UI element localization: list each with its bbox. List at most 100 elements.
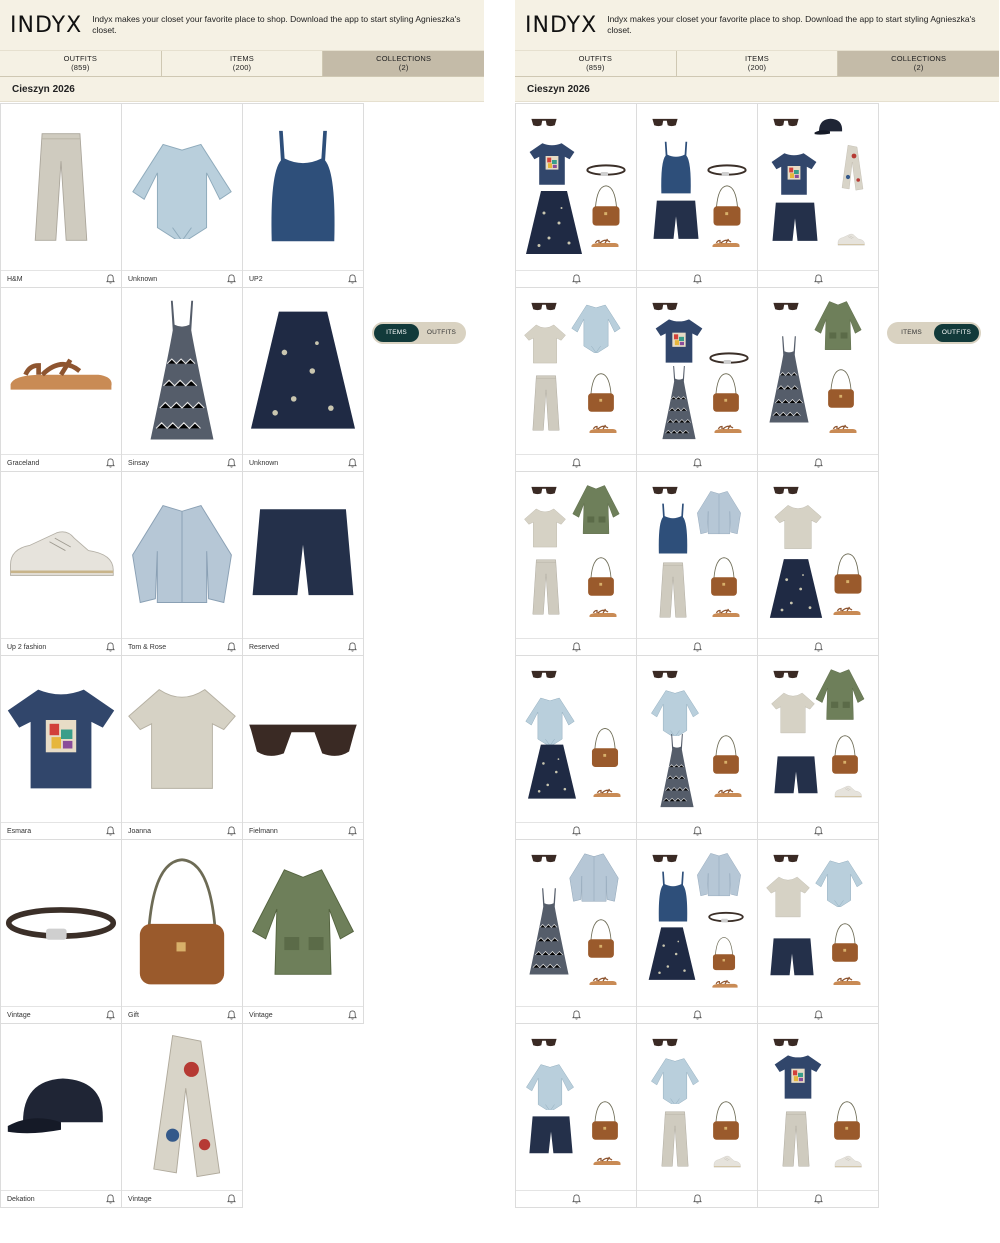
outfit-card[interactable] (637, 472, 758, 656)
bell-icon[interactable] (692, 1010, 702, 1020)
outfit-card[interactable] (516, 104, 637, 288)
item-card[interactable]: Reserved (243, 472, 364, 656)
bell-icon[interactable] (813, 826, 823, 836)
outfit-card[interactable] (758, 288, 879, 472)
outfit-thumbnail[interactable] (516, 1024, 636, 1190)
bell-icon[interactable] (106, 826, 115, 836)
outfit-card[interactable] (516, 656, 637, 840)
bell-icon[interactable] (227, 1010, 236, 1020)
outfit-thumbnail[interactable] (637, 840, 757, 1006)
tab-items[interactable]: ITEMS (200) (162, 51, 324, 76)
bell-icon[interactable] (106, 642, 115, 652)
bell-icon[interactable] (571, 458, 581, 468)
toggle-items[interactable]: ITEMS (374, 324, 419, 342)
outfit-card[interactable] (637, 656, 758, 840)
outfit-thumbnail[interactable] (758, 656, 878, 822)
bell-icon[interactable] (227, 642, 236, 652)
outfit-card[interactable] (637, 1024, 758, 1208)
belt-icon[interactable] (1, 840, 121, 1006)
green-utility-jacket-icon[interactable] (243, 840, 363, 1006)
outfit-card[interactable] (516, 472, 637, 656)
outfit-thumbnail[interactable] (758, 288, 878, 454)
patterned-maxi-dress-icon[interactable] (122, 288, 242, 454)
item-card[interactable]: Tom & Rose (122, 472, 243, 656)
outfit-thumbnail[interactable] (516, 840, 636, 1006)
bell-icon[interactable] (813, 1010, 823, 1020)
outfit-card[interactable] (758, 840, 879, 1024)
navy-shorts-icon[interactable] (243, 472, 363, 638)
outfit-thumbnail[interactable] (637, 656, 757, 822)
bell-icon[interactable] (348, 274, 357, 284)
outfit-card[interactable] (758, 472, 879, 656)
bell-icon[interactable] (692, 642, 702, 652)
item-card[interactable]: Vintage (1, 840, 122, 1024)
logo[interactable]: INDYX (10, 13, 82, 38)
view-toggle[interactable]: ITEMS OUTFITS (887, 322, 981, 344)
bell-icon[interactable] (348, 642, 357, 652)
item-card[interactable]: Graceland (1, 288, 122, 472)
toggle-outfits[interactable]: OUTFITS (419, 324, 464, 342)
tab-outfits[interactable]: OUTFITS (859) (515, 51, 677, 76)
outfit-card[interactable] (758, 104, 879, 288)
navy-cap-icon[interactable] (1, 1024, 121, 1190)
outfit-thumbnail[interactable] (758, 472, 878, 638)
outfit-card[interactable] (637, 288, 758, 472)
bell-icon[interactable] (692, 274, 702, 284)
outfit-thumbnail[interactable] (516, 472, 636, 638)
bell-icon[interactable] (813, 274, 823, 284)
navy-tank-top-icon[interactable] (243, 104, 363, 270)
denim-jacket-icon[interactable] (122, 472, 242, 638)
outfit-thumbnail[interactable] (637, 288, 757, 454)
bell-icon[interactable] (813, 642, 823, 652)
tab-items[interactable]: ITEMS (200) (677, 51, 839, 76)
item-card[interactable]: Vintage (243, 840, 364, 1024)
outfit-card[interactable] (516, 288, 637, 472)
tab-outfits[interactable]: OUTFITS (859) (0, 51, 162, 76)
light-blue-shirt-icon[interactable] (122, 104, 242, 270)
outfit-thumbnail[interactable] (758, 1024, 878, 1190)
item-card[interactable]: Sinsay (122, 288, 243, 472)
outfit-thumbnail[interactable] (637, 472, 757, 638)
bell-icon[interactable] (571, 1194, 581, 1204)
bell-icon[interactable] (106, 1010, 115, 1020)
bell-icon[interactable] (571, 1010, 581, 1020)
brown-crossbody-bag-icon[interactable] (122, 840, 242, 1006)
outfit-thumbnail[interactable] (637, 104, 757, 270)
view-toggle[interactable]: ITEMS OUTFITS (372, 322, 466, 344)
item-card[interactable]: Unknown (122, 104, 243, 288)
beige-tee-icon[interactable] (122, 656, 242, 822)
bell-icon[interactable] (348, 826, 357, 836)
item-card[interactable]: Esmara (1, 656, 122, 840)
bell-icon[interactable] (348, 1010, 357, 1020)
toggle-outfits[interactable]: OUTFITS (934, 324, 979, 342)
outfit-card[interactable] (758, 656, 879, 840)
bell-icon[interactable] (106, 458, 115, 468)
bell-icon[interactable] (692, 458, 702, 468)
item-card[interactable]: Up 2 fashion (1, 472, 122, 656)
tab-collections[interactable]: COLLECTIONS (2) (323, 51, 485, 76)
bell-icon[interactable] (227, 458, 236, 468)
bell-icon[interactable] (571, 642, 581, 652)
bell-icon[interactable] (227, 1194, 236, 1204)
outfit-card[interactable] (637, 104, 758, 288)
floral-skirt-icon[interactable] (243, 288, 363, 454)
toggle-items[interactable]: ITEMS (889, 324, 934, 342)
bell-icon[interactable] (106, 274, 115, 284)
item-card[interactable]: Fielmann (243, 656, 364, 840)
brown-sandal-icon[interactable] (1, 288, 121, 454)
bell-icon[interactable] (227, 826, 236, 836)
item-card[interactable]: H&M (1, 104, 122, 288)
outfit-thumbnail[interactable] (516, 656, 636, 822)
graphic-tee-icon[interactable] (1, 656, 121, 822)
bell-icon[interactable] (571, 274, 581, 284)
logo[interactable]: INDYX (525, 13, 597, 38)
item-card[interactable]: Joanna (122, 656, 243, 840)
outfit-thumbnail[interactable] (516, 104, 636, 270)
outfit-card[interactable] (516, 840, 637, 1024)
item-card[interactable]: UP2 (243, 104, 364, 288)
bell-icon[interactable] (571, 826, 581, 836)
bell-icon[interactable] (813, 458, 823, 468)
sunglasses-icon[interactable] (243, 656, 363, 822)
bell-icon[interactable] (813, 1194, 823, 1204)
printed-scarf-icon[interactable] (122, 1024, 242, 1190)
